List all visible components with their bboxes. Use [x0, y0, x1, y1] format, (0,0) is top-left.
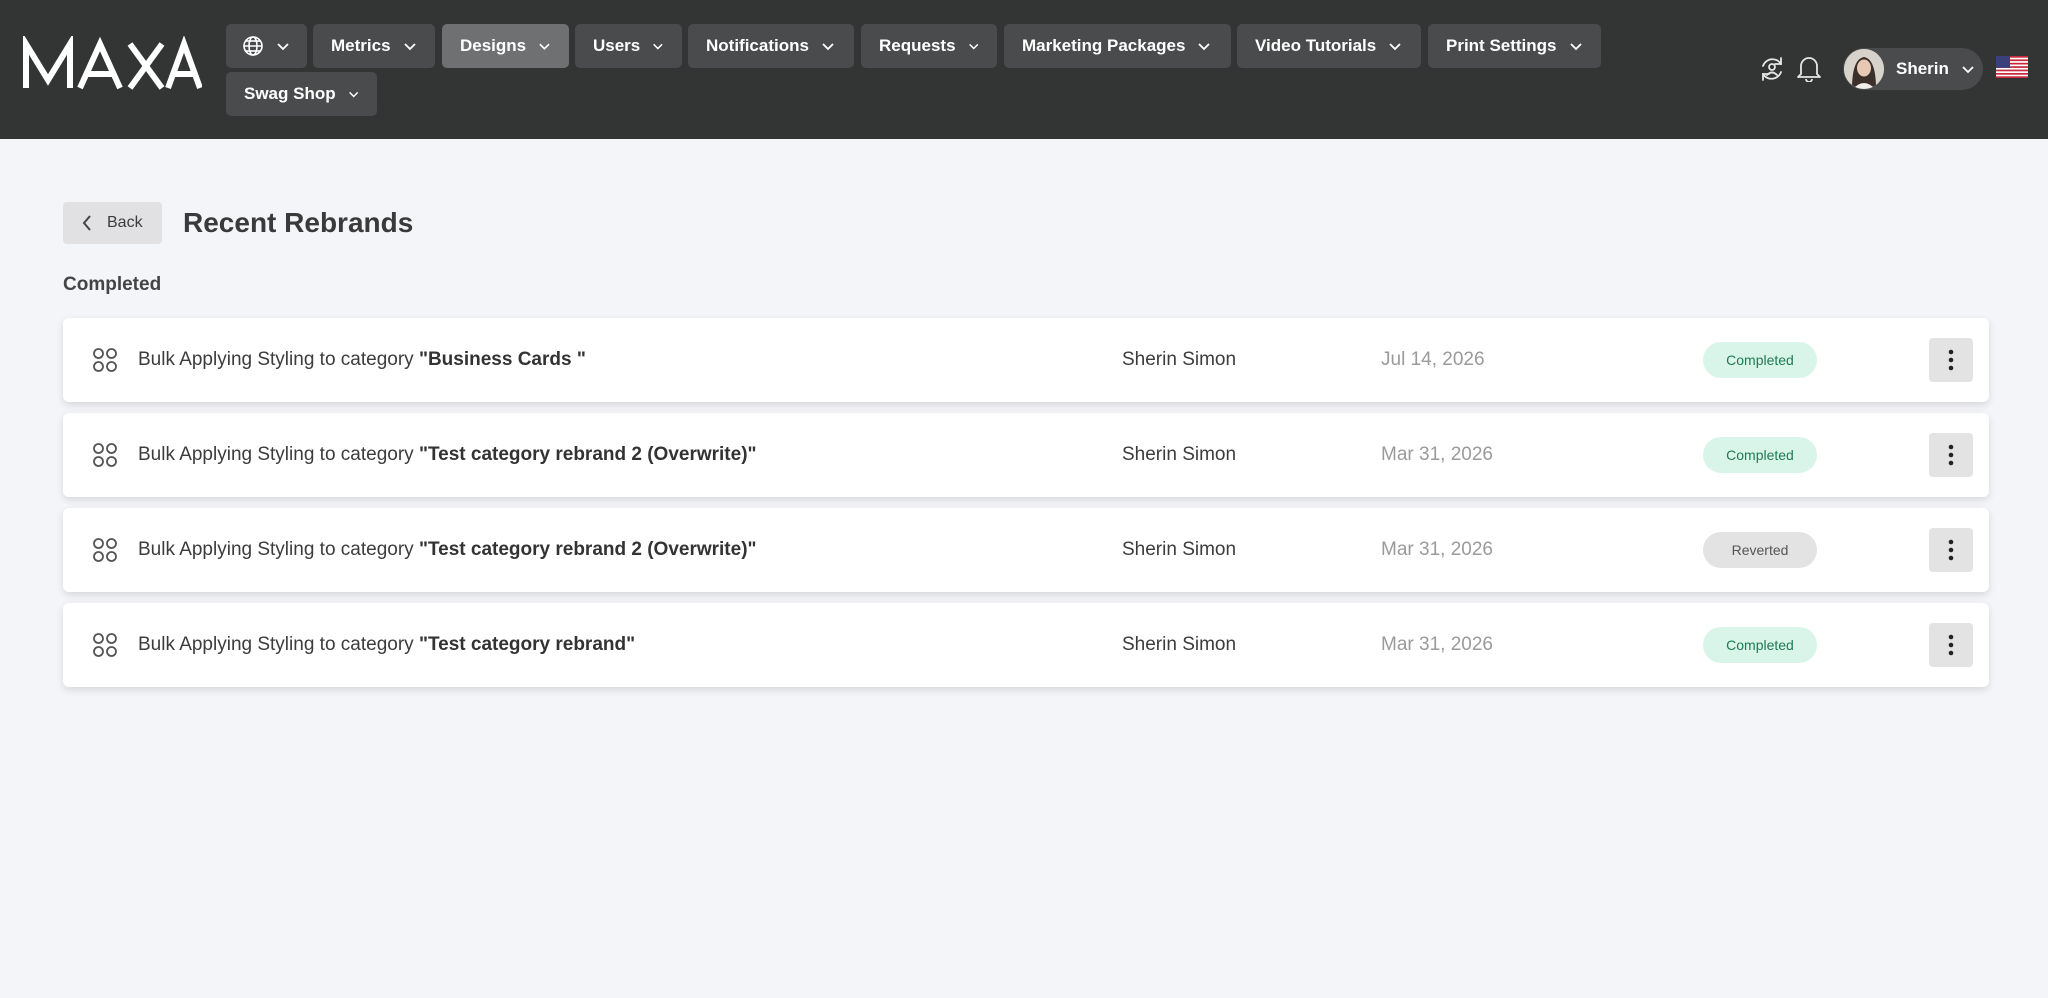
- rebrand-title: Bulk Applying Styling to category "Test …: [138, 508, 757, 592]
- chevron-left-icon: [82, 215, 91, 231]
- rebrand-user: Sherin Simon: [1122, 539, 1237, 560]
- row-actions-button[interactable]: [1929, 338, 1973, 382]
- globe-icon: [243, 36, 263, 56]
- rebrand-title-prefix: Bulk Applying Styling to category: [138, 444, 419, 465]
- nav-marketing-packages-label: Marketing Packages: [1022, 36, 1186, 55]
- category-grid-icon: [92, 347, 118, 373]
- top-navigation-bar: Metrics Designs Users Notifications Requ…: [0, 0, 2048, 139]
- rebrand-title-prefix: Bulk Applying Styling to category: [138, 634, 419, 655]
- language-globe-menu[interactable]: [226, 24, 307, 68]
- nav-video-tutorials[interactable]: Video Tutorials: [1237, 24, 1421, 68]
- chevron-down-icon: [539, 43, 550, 50]
- rebrand-title-prefix: Bulk Applying Styling to category: [138, 349, 419, 370]
- avatar: [1844, 49, 1884, 89]
- page-title: Recent Rebrands: [183, 207, 414, 238]
- nav-marketing-packages[interactable]: Marketing Packages: [1004, 24, 1231, 68]
- maxa-logo-mark: [23, 36, 202, 90]
- chevron-down-icon: [348, 91, 358, 98]
- user-avatar-image: [1844, 49, 1884, 89]
- rebrand-title: Bulk Applying Styling to category "Busin…: [138, 318, 586, 402]
- nav-designs-label: Designs: [460, 36, 527, 55]
- nav-requests-label: Requests: [879, 36, 956, 55]
- kebab-menu-icon: [1948, 349, 1954, 371]
- sync-icon[interactable]: [1757, 54, 1787, 84]
- rebrand-title-prefix: Bulk Applying Styling to category: [138, 539, 419, 560]
- rebrand-category-name: "Business Cards ": [418, 349, 586, 370]
- rebrand-title: Bulk Applying Styling to category "Test …: [138, 413, 757, 497]
- rebrand-row[interactable]: Bulk Applying Styling to category "Test …: [63, 603, 1989, 687]
- rebrand-date: Mar 31, 2026: [1381, 444, 1493, 465]
- section-label: Completed: [63, 274, 162, 295]
- rebrand-row[interactable]: Bulk Applying Styling to category "Busin…: [63, 318, 1989, 402]
- nav-notifications-label: Notifications: [706, 36, 809, 55]
- rebrand-date: Mar 31, 2026: [1381, 539, 1493, 560]
- user-name: Sherin: [1896, 59, 1949, 78]
- chevron-down-icon: [1962, 66, 1974, 74]
- rebrand-row[interactable]: Bulk Applying Styling to category "Test …: [63, 413, 1989, 497]
- chevron-down-icon: [822, 43, 834, 51]
- status-badge: Completed: [1703, 627, 1817, 663]
- chevron-down-icon: [968, 43, 978, 50]
- nav-metrics-label: Metrics: [331, 36, 391, 55]
- chevron-down-icon: [403, 43, 416, 51]
- status-badge: Reverted: [1703, 532, 1817, 568]
- kebab-menu-icon: [1948, 634, 1954, 656]
- category-grid-icon: [92, 632, 118, 658]
- kebab-menu-icon: [1948, 444, 1954, 466]
- category-grid-icon: [92, 442, 118, 468]
- nav-swag-shop-label: Swag Shop: [244, 84, 336, 103]
- rebrand-category-name: "Test category rebrand 2 (Overwrite)": [418, 444, 757, 465]
- nav-video-tutorials-label: Video Tutorials: [1255, 36, 1377, 55]
- back-button[interactable]: Back: [63, 202, 162, 244]
- rebrand-user: Sherin Simon: [1122, 634, 1237, 655]
- us-flag-icon[interactable]: [1996, 56, 2028, 78]
- row-actions-button[interactable]: [1929, 433, 1973, 477]
- category-grid-icon: [92, 537, 118, 563]
- rebrand-user: Sherin Simon: [1122, 349, 1237, 370]
- rebrand-row[interactable]: Bulk Applying Styling to category "Test …: [63, 508, 1989, 592]
- row-actions-button[interactable]: [1929, 528, 1973, 572]
- rebrand-date: Mar 31, 2026: [1381, 634, 1493, 655]
- nav-requests[interactable]: Requests: [861, 24, 997, 68]
- nav-users-label: Users: [593, 36, 641, 55]
- chevron-down-icon: [1198, 43, 1211, 51]
- rebrand-user: Sherin Simon: [1122, 444, 1237, 465]
- nav-metrics[interactable]: Metrics: [313, 24, 435, 68]
- nav-notifications[interactable]: Notifications: [688, 24, 854, 68]
- rebrand-date: Jul 14, 2026: [1381, 349, 1485, 370]
- chevron-down-icon: [1569, 43, 1582, 51]
- maxa-logo[interactable]: [22, 36, 202, 96]
- status-badge: Completed: [1703, 437, 1817, 473]
- chevron-down-icon: [277, 43, 289, 51]
- rebrand-title: Bulk Applying Styling to category "Test …: [138, 603, 635, 687]
- nav-swag-shop[interactable]: Swag Shop: [226, 72, 377, 116]
- rebrand-category-name: "Test category rebrand": [418, 634, 636, 655]
- chevron-down-icon: [1389, 43, 1401, 51]
- user-menu[interactable]: Sherin: [1843, 48, 1983, 90]
- back-button-label: Back: [107, 214, 143, 231]
- status-badge: Completed: [1703, 342, 1817, 378]
- chevron-down-icon: [653, 43, 663, 50]
- nav-print-settings-label: Print Settings: [1446, 36, 1557, 55]
- nav-print-settings[interactable]: Print Settings: [1428, 24, 1601, 68]
- us-flag-graphic: [1996, 56, 2028, 78]
- row-actions-button[interactable]: [1929, 623, 1973, 667]
- rebrand-category-name: "Test category rebrand 2 (Overwrite)": [418, 539, 757, 560]
- nav-users[interactable]: Users: [575, 24, 682, 68]
- kebab-menu-icon: [1948, 539, 1954, 561]
- bell-icon[interactable]: [1796, 54, 1822, 82]
- nav-designs[interactable]: Designs: [442, 24, 569, 68]
